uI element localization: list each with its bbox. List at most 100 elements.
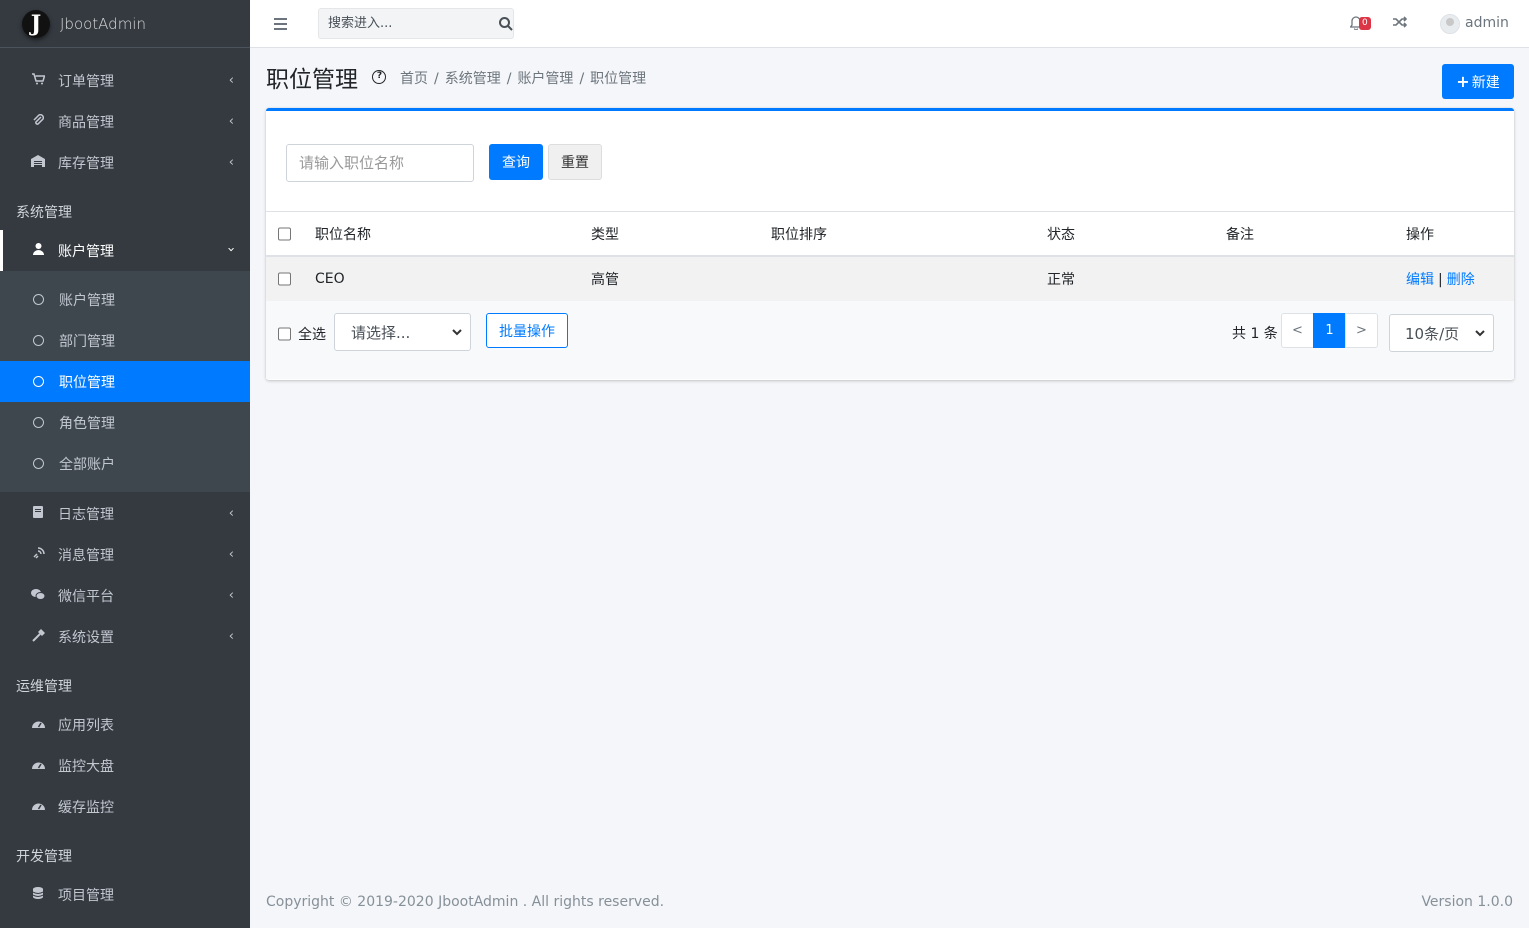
wechat-icon [30, 588, 46, 603]
chevron-down-icon: ‹ [223, 246, 239, 252]
book-icon [30, 506, 46, 521]
prev-page-button[interactable]: < [1281, 313, 1314, 348]
circle-icon [33, 458, 44, 469]
column-header: 职位名称 [315, 226, 371, 243]
database-icon [30, 887, 46, 902]
user-icon [30, 243, 46, 258]
sidebar-item-label: 账户管理 [59, 292, 115, 309]
sidebar-item-label: 商品管理 [58, 114, 114, 131]
select-all-checkbox[interactable] [278, 327, 291, 341]
reset-button[interactable]: 重置 [548, 144, 602, 180]
delete-link[interactable]: 删除 [1447, 272, 1475, 288]
sidebar-item-wechat[interactable]: 微信平台 ‹ [0, 575, 250, 616]
search-icon[interactable] [498, 9, 513, 38]
sidebar-item-monitor-dashboard[interactable]: 监控大盘 [0, 745, 250, 786]
sidebar-header-system: 系统管理 [16, 205, 72, 221]
search-box [318, 8, 514, 39]
circle-icon [33, 294, 44, 305]
sidebar-item-label: 角色管理 [59, 415, 115, 432]
warehouse-icon [30, 155, 46, 170]
table-footer: 全选 请选择... 批量操作 共 1 条 < 1 > 10条/页 [266, 301, 1514, 379]
page-button-current[interactable]: 1 [1313, 313, 1346, 348]
new-button-label: 新建 [1471, 74, 1500, 91]
sidebar-header-ops: 运维管理 [16, 679, 72, 695]
chevron-left-icon: ‹ [228, 628, 234, 644]
paperclip-icon [30, 113, 46, 129]
breadcrumb: 首页 / 系统管理 / 账户管理 / 职位管理 [400, 71, 647, 87]
position-name-input[interactable] [286, 144, 474, 182]
breadcrumb-system[interactable]: 系统管理 [445, 71, 501, 87]
next-page-button[interactable]: > [1345, 313, 1378, 348]
breadcrumb-home[interactable]: 首页 [400, 71, 428, 87]
brand-logo: J [22, 9, 50, 38]
column-header: 状态 [1047, 226, 1075, 243]
sidebar-header-dev: 开发管理 [16, 849, 72, 865]
total-count: 共 1 条 [1232, 326, 1278, 342]
sidebar-item-label: 应用列表 [58, 717, 114, 734]
sidebar-item-label: 微信平台 [58, 588, 114, 605]
topbar: 0 admin [250, 0, 1529, 48]
chevron-left-icon: ‹ [228, 505, 234, 521]
column-header: 操作 [1406, 226, 1434, 243]
sidebar-item-label: 系统设置 [58, 629, 114, 646]
sidebar-subitem-all-accounts[interactable]: 全部账户 [0, 443, 250, 484]
breadcrumb-account[interactable]: 账户管理 [517, 71, 573, 87]
new-button[interactable]: + 新建 [1442, 64, 1514, 99]
breadcrumb-current: 职位管理 [590, 71, 647, 87]
sidebar-item-label: 日志管理 [58, 506, 114, 523]
help-icon[interactable]: ? [372, 70, 387, 84]
chevron-down-icon [452, 326, 462, 339]
search-input[interactable] [319, 9, 498, 38]
sidebar-item-projects[interactable]: 项目管理 [0, 874, 250, 915]
cell-actions: 编辑 | 删除 [1406, 272, 1475, 288]
sidebar-item-orders[interactable]: 订单管理 ‹ [0, 60, 250, 101]
sidebar-item-label: 库存管理 [58, 155, 114, 172]
sidebar-item-label: 消息管理 [58, 547, 114, 564]
sidebar-item-logs[interactable]: 日志管理 ‹ [0, 493, 250, 534]
main-card: 查询 重置 职位名称 类型 职位排序 状态 备注 操作 CEO 高管 正常 编辑… [266, 108, 1514, 380]
cell-name: CEO [315, 271, 345, 287]
batch-action-button[interactable]: 批量操作 [486, 313, 568, 348]
sidebar-subitem-positions[interactable]: 职位管理 [0, 361, 250, 402]
table-row: CEO 高管 正常 编辑 | 删除 [266, 257, 1514, 301]
column-header: 类型 [591, 226, 619, 243]
sidebar-item-label: 全部账户 [59, 456, 115, 473]
chevron-left-icon: ‹ [228, 72, 234, 88]
sidebar-item-label: 职位管理 [59, 374, 115, 391]
table-header: 职位名称 类型 职位排序 状态 备注 操作 [266, 211, 1514, 257]
header-checkbox[interactable] [278, 227, 291, 240]
sidebar-item-inventory[interactable]: 库存管理 ‹ [0, 142, 250, 183]
edit-link[interactable]: 编辑 [1406, 272, 1434, 288]
sidebar-item-account[interactable]: 账户管理 ‹ [0, 230, 250, 271]
sidebar-item-cache-monitor[interactable]: 缓存监控 [0, 786, 250, 827]
circle-icon [33, 376, 44, 387]
menu-toggle-icon[interactable] [274, 18, 287, 33]
chevron-down-icon [1475, 327, 1485, 340]
avatar[interactable] [1440, 14, 1460, 34]
positions-table: 职位名称 类型 职位排序 状态 备注 操作 CEO 高管 正常 编辑 | 删除 全选… [266, 211, 1514, 379]
page-size-select[interactable]: 10条/页 [1389, 314, 1494, 352]
batch-action-select[interactable]: 请选择... [334, 313, 471, 351]
brand[interactable]: J JbootAdmin [0, 0, 250, 48]
row-checkbox[interactable] [278, 272, 291, 286]
query-button[interactable]: 查询 [489, 144, 543, 180]
sidebar-item-label: 部门管理 [59, 333, 115, 350]
version: Version 1.0.0 [1421, 894, 1513, 910]
sidebar-item-settings[interactable]: 系统设置 ‹ [0, 616, 250, 657]
sidebar-item-messages[interactable]: 消息管理 ‹ [0, 534, 250, 575]
username[interactable]: admin [1465, 15, 1509, 31]
sidebar-item-app-list[interactable]: 应用列表 [0, 704, 250, 745]
sidebar-subitem-accounts[interactable]: 账户管理 [0, 279, 250, 320]
account-submenu: 账户管理 部门管理 职位管理 角色管理 全部账户 [0, 271, 250, 492]
hammer-icon [30, 628, 46, 645]
sidebar-item-products[interactable]: 商品管理 ‹ [0, 101, 250, 142]
cell-type: 高管 [591, 272, 619, 288]
page-size-value: 10条/页 [1405, 324, 1460, 343]
copyright: Copyright © 2019-2020 JbootAdmin . All r… [266, 894, 665, 910]
chevron-left-icon: ‹ [228, 154, 234, 170]
shuffle-icon[interactable] [1393, 14, 1408, 32]
sidebar-subitem-roles[interactable]: 角色管理 [0, 402, 250, 443]
column-header: 备注 [1226, 226, 1254, 243]
select-all-label[interactable]: 全选 [298, 324, 326, 344]
sidebar-subitem-departments[interactable]: 部门管理 [0, 320, 250, 361]
